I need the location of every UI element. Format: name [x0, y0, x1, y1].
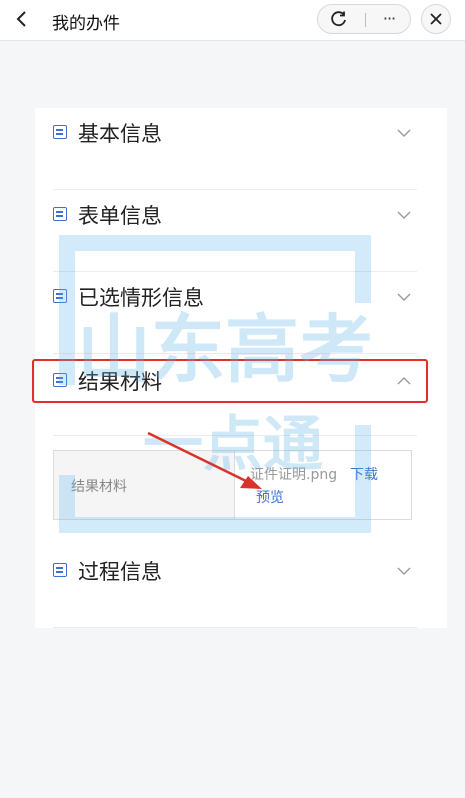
- section-title: 已选情形信息: [78, 286, 204, 310]
- section-title: 表单信息: [78, 204, 162, 228]
- capsule-divider: [365, 13, 366, 27]
- form-icon: [53, 563, 67, 577]
- section-title: 过程信息: [78, 560, 162, 584]
- form-icon: [53, 289, 67, 303]
- chevron-left-icon[interactable]: [12, 8, 32, 30]
- chevron-down-icon: [397, 211, 411, 219]
- form-icon: [53, 207, 67, 221]
- download-link[interactable]: 下载: [350, 464, 378, 484]
- chevron-down-icon: [397, 293, 411, 301]
- close-icon: [430, 13, 442, 25]
- highlight-annotation-box: [32, 359, 428, 403]
- section-selected-situation[interactable]: 已选情形信息: [35, 272, 447, 354]
- page-title: 我的办件: [52, 14, 120, 34]
- arrow-annotation-icon: [147, 431, 262, 489]
- more-icon[interactable]: ···: [376, 7, 402, 31]
- close-button[interactable]: [421, 4, 451, 34]
- materials-label: 结果材料: [71, 479, 127, 495]
- chevron-down-icon: [397, 567, 411, 575]
- refresh-icon[interactable]: [330, 10, 348, 28]
- chevron-down-icon: [397, 129, 411, 137]
- section-divider: [53, 627, 417, 628]
- top-nav-bar: 我的办件 ···: [0, 0, 465, 41]
- section-title: 基本信息: [78, 122, 162, 146]
- section-process-info[interactable]: 过程信息: [35, 546, 447, 628]
- form-icon: [53, 125, 67, 139]
- section-basic-info[interactable]: 基本信息: [35, 108, 447, 190]
- section-form-info[interactable]: 表单信息: [35, 190, 447, 272]
- mini-program-capsule: ···: [317, 4, 411, 34]
